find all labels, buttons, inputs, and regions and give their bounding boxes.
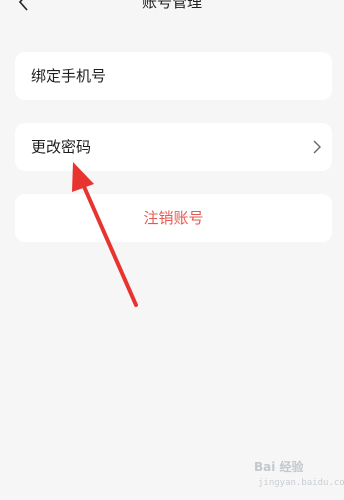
page-title: 账号管理	[141, 0, 202, 11]
header: 账号管理	[0, 0, 344, 14]
bind-phone-row[interactable]: 绑定手机号	[15, 52, 332, 100]
change-password-label: 更改密码	[31, 138, 92, 156]
watermark-url: jingyan.baidu.com	[258, 478, 344, 488]
bind-phone-label: 绑定手机号	[31, 67, 107, 85]
chevron-right-icon	[313, 140, 321, 154]
change-password-row[interactable]: 更改密码	[15, 123, 332, 171]
watermark-text: Bai 经验	[254, 460, 304, 474]
baidu-watermark: Bai 经验 jingyan.baidu.com	[254, 458, 344, 494]
cancel-account-row[interactable]: 注销账号	[15, 194, 332, 242]
cancel-account-button[interactable]: 注销账号	[15, 194, 332, 242]
